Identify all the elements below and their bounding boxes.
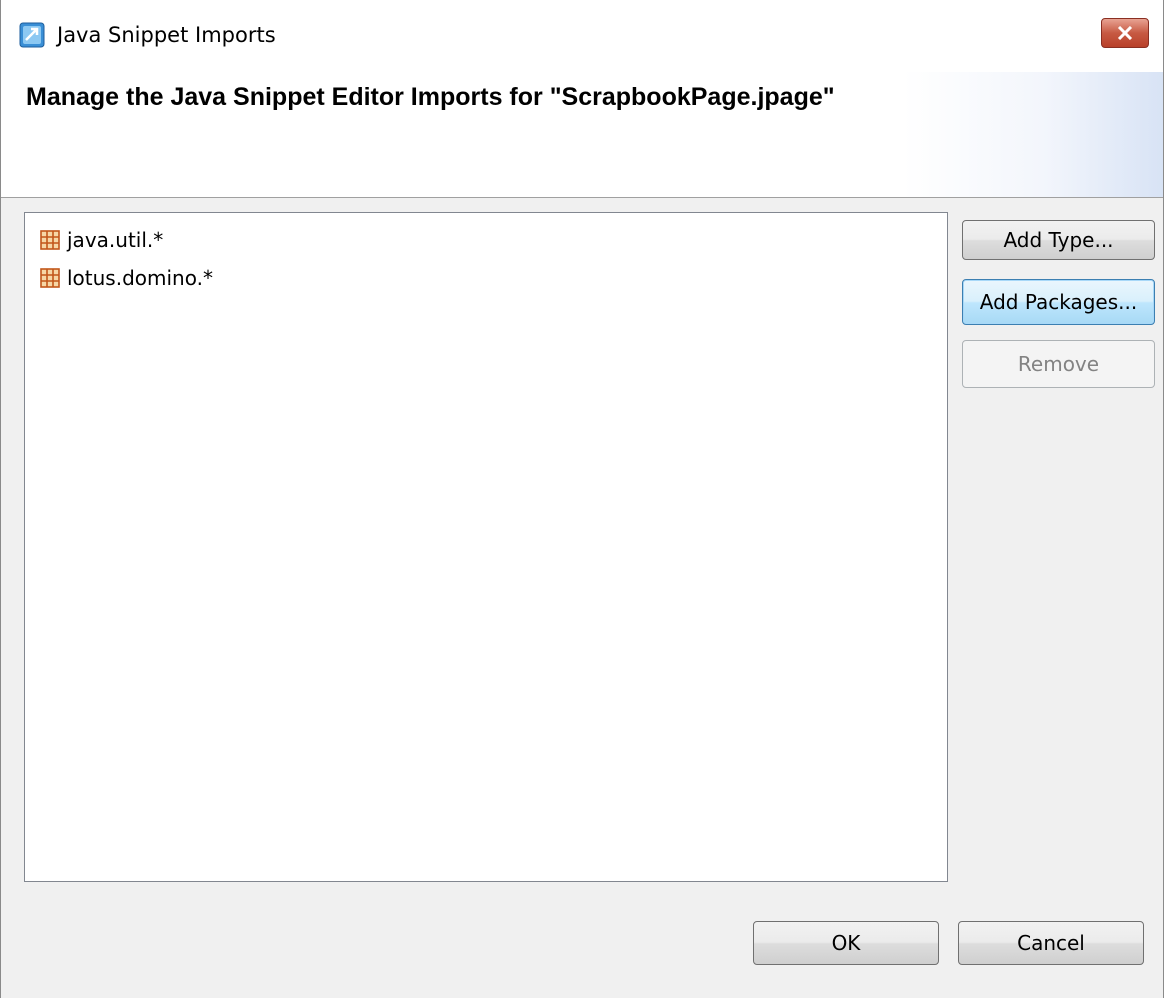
package-icon bbox=[40, 268, 60, 288]
close-icon bbox=[1117, 26, 1133, 40]
dialog-banner: Manage the Java Snippet Editor Imports f… bbox=[1, 72, 1163, 198]
window-title: Java Snippet Imports bbox=[57, 23, 276, 47]
cancel-button[interactable]: Cancel bbox=[958, 921, 1144, 965]
add-type-button[interactable]: Add Type... bbox=[962, 220, 1155, 260]
add-packages-button[interactable]: Add Packages... bbox=[962, 279, 1155, 325]
banner-title: Manage the Java Snippet Editor Imports f… bbox=[26, 83, 835, 111]
import-label: lotus.domino.* bbox=[67, 266, 213, 290]
ok-button[interactable]: OK bbox=[753, 921, 939, 965]
import-label: java.util.* bbox=[67, 228, 164, 252]
dialog-window: Java Snippet Imports Manage the Java Sni… bbox=[0, 0, 1164, 998]
close-button[interactable] bbox=[1101, 18, 1149, 48]
eclipse-dialog-icon bbox=[19, 22, 45, 48]
list-item[interactable]: java.util.* bbox=[39, 223, 163, 257]
title-bar: Java Snippet Imports bbox=[1, 0, 1163, 72]
imports-list[interactable]: java.util.* lotus.domino.* bbox=[24, 212, 948, 882]
list-item[interactable]: lotus.domino.* bbox=[39, 261, 213, 295]
remove-button[interactable]: Remove bbox=[962, 340, 1155, 388]
package-icon bbox=[40, 230, 60, 250]
